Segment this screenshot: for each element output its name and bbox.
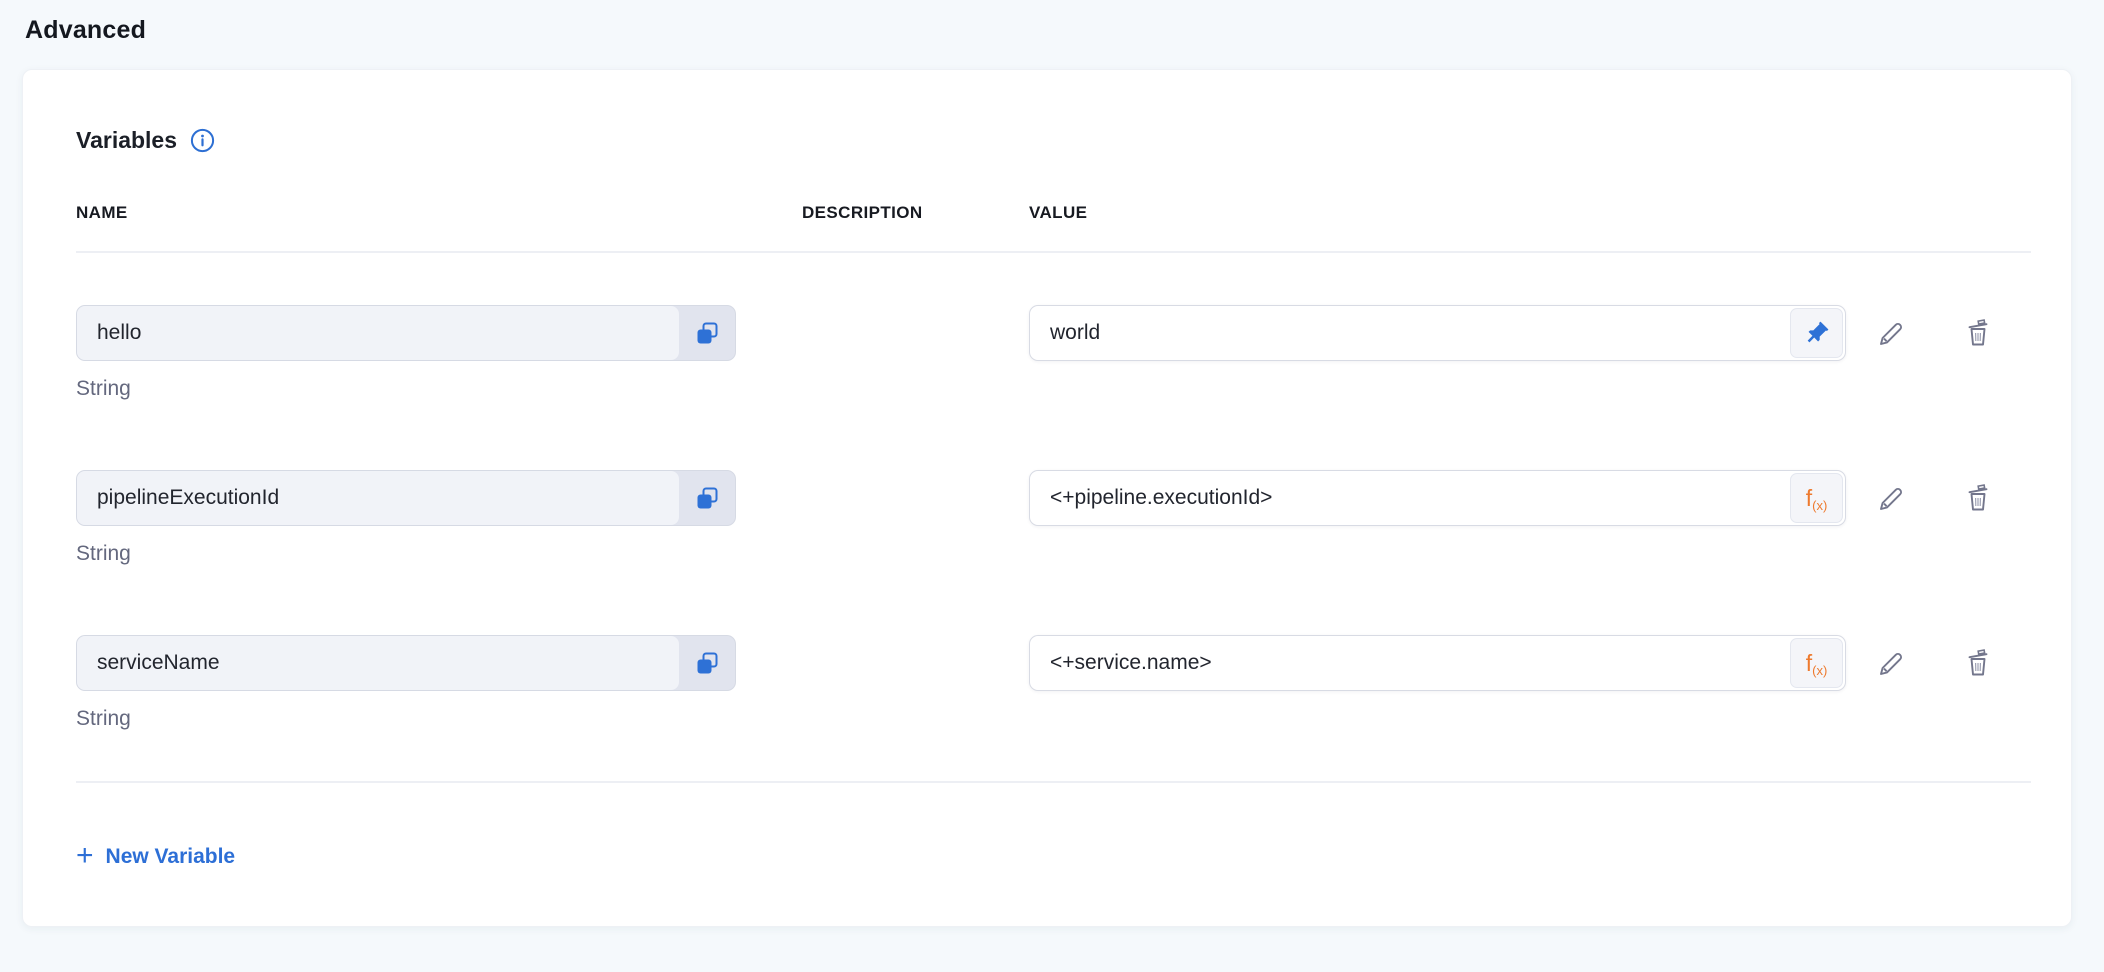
footer-divider	[76, 781, 2031, 783]
edit-variable-button[interactable]	[1874, 316, 1906, 350]
edit-variable-button[interactable]	[1874, 646, 1906, 680]
pencil-icon	[1874, 317, 1906, 349]
column-header-value: VALUE	[1029, 203, 1846, 223]
trash-icon	[1962, 316, 1994, 350]
delete-variable-button[interactable]	[1962, 316, 1994, 350]
delete-variable-button[interactable]	[1962, 481, 1994, 515]
variable-value-group: f(x)	[1029, 635, 1846, 691]
row-actions	[1846, 305, 2071, 361]
value-cell: f(x)	[1029, 305, 1846, 361]
edit-variable-button[interactable]	[1874, 481, 1906, 515]
variables-card: Variables NAME DESCRIPTION VALUE	[22, 69, 2072, 927]
pin-icon	[1803, 320, 1830, 347]
variable-name-input[interactable]	[77, 471, 679, 525]
delete-variable-button[interactable]	[1962, 646, 1994, 680]
name-cell: String	[76, 635, 736, 731]
page-title: Advanced	[0, 0, 2104, 45]
variable-value-group: f(x)	[1029, 470, 1846, 526]
variable-name-group	[76, 305, 736, 361]
variable-type-label: String	[76, 707, 736, 731]
header-divider	[76, 251, 2031, 253]
variable-name-input[interactable]	[77, 636, 679, 690]
trash-icon	[1962, 646, 1994, 680]
variable-value-group: f(x)	[1029, 305, 1846, 361]
variable-row: String f(x)	[76, 470, 2071, 566]
variable-name-group	[76, 635, 736, 691]
variable-type-label: String	[76, 542, 736, 566]
variables-header: Variables	[76, 125, 2071, 155]
value-cell: f(x)	[1029, 635, 1846, 691]
row-actions	[1846, 635, 2071, 691]
trash-icon	[1962, 481, 1994, 515]
value-cell: f(x)	[1029, 470, 1846, 526]
variable-value-input[interactable]	[1030, 636, 1787, 690]
table-header-row: NAME DESCRIPTION VALUE	[76, 203, 2071, 225]
copy-icon	[694, 485, 721, 512]
pencil-icon	[1874, 482, 1906, 514]
copy-button[interactable]	[680, 636, 735, 690]
value-type-toggle[interactable]: f(x)	[1790, 308, 1843, 358]
name-cell: String	[76, 470, 736, 566]
value-type-toggle[interactable]: f(x)	[1790, 473, 1843, 523]
plus-icon: +	[76, 844, 94, 868]
expression-fx-icon: f(x)	[1806, 652, 1828, 675]
copy-button[interactable]	[680, 306, 735, 360]
new-variable-button[interactable]: + New Variable	[76, 845, 235, 869]
row-actions	[1846, 470, 2071, 526]
variable-type-label: String	[76, 377, 736, 401]
value-type-toggle[interactable]: f(x)	[1790, 638, 1843, 688]
copy-button[interactable]	[680, 471, 735, 525]
variables-rows: String f(x)	[76, 305, 2071, 731]
column-header-name: NAME	[76, 203, 736, 223]
variables-title: Variables	[76, 127, 177, 154]
variable-name-group	[76, 470, 736, 526]
copy-icon	[694, 320, 721, 347]
variable-row: String f(x)	[76, 305, 2071, 401]
variable-row: String f(x)	[76, 635, 2071, 731]
info-icon[interactable]	[190, 128, 215, 153]
variable-value-input[interactable]	[1030, 471, 1787, 525]
name-cell: String	[76, 305, 736, 401]
expression-fx-icon: f(x)	[1806, 487, 1828, 510]
column-header-description: DESCRIPTION	[736, 203, 1029, 223]
copy-icon	[694, 650, 721, 677]
variable-value-input[interactable]	[1030, 306, 1787, 360]
new-variable-label: New Variable	[106, 845, 236, 869]
pencil-icon	[1874, 647, 1906, 679]
variable-name-input[interactable]	[77, 306, 679, 360]
